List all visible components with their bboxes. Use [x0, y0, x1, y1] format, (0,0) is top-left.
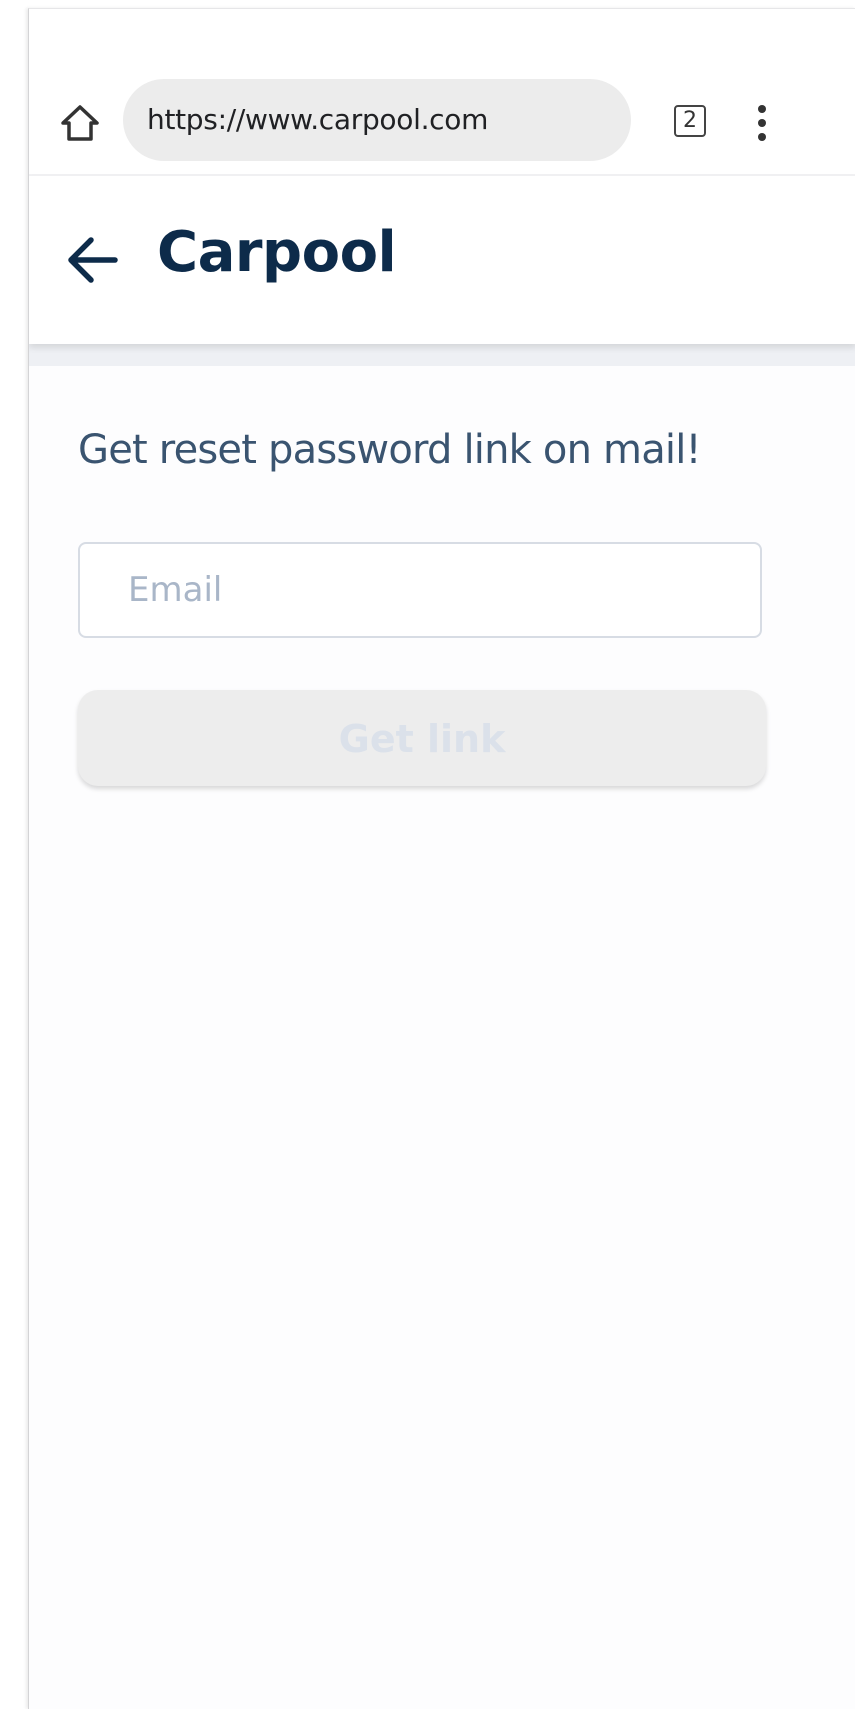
- url-text: https://www.carpool.com: [147, 103, 489, 136]
- arrow-left-icon[interactable]: [63, 230, 123, 290]
- browser-toolbar: https://www.carpool.com 2: [29, 9, 855, 176]
- home-icon[interactable]: [57, 101, 103, 147]
- app-header: Carpool: [29, 176, 855, 344]
- get-link-button[interactable]: Get link: [78, 690, 766, 786]
- tab-switcher-button[interactable]: 2: [674, 105, 706, 137]
- more-vertical-icon[interactable]: [747, 101, 777, 145]
- header-divider: [29, 344, 855, 366]
- address-bar[interactable]: https://www.carpool.com: [123, 79, 631, 161]
- email-field[interactable]: [78, 542, 762, 638]
- page-title: Carpool: [157, 220, 397, 285]
- device-screen: https://www.carpool.com 2 Carpool Get re…: [28, 8, 855, 1709]
- instruction-text: Get reset password link on mail!: [78, 427, 702, 473]
